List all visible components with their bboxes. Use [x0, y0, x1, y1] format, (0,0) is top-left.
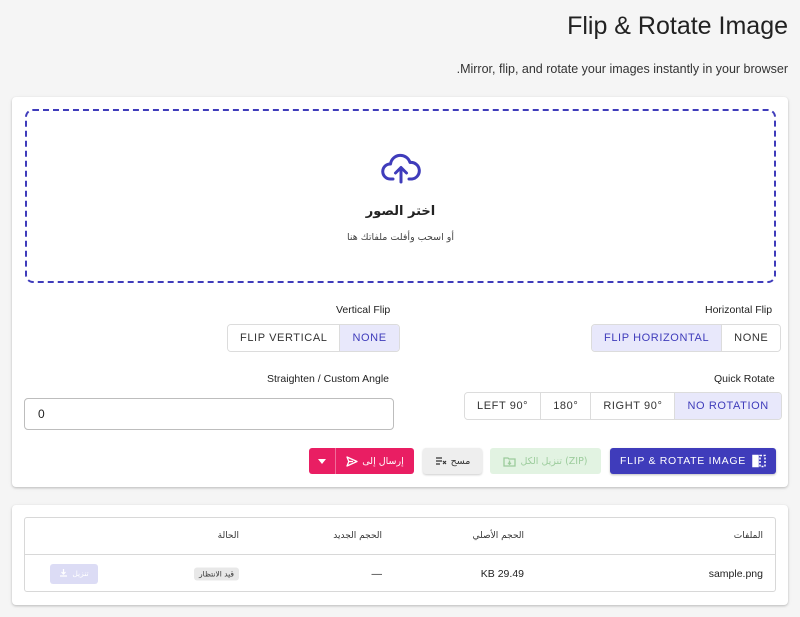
clear-label: مسح [450, 455, 471, 467]
send-icon [346, 455, 358, 467]
flip-rotate-button-label: FLIP & ROTATE IMAGE [620, 455, 746, 467]
horizontal-flip-label: Horizontal Flip [705, 304, 773, 316]
status-badge: قيد الانتظار [194, 567, 239, 580]
rotate-180-option[interactable]: 180° [540, 393, 591, 419]
dropzone-title: اختر الصور [365, 204, 436, 219]
folder-download-icon [503, 456, 517, 467]
vertical-none-option[interactable]: NONE [339, 325, 399, 351]
caret-down-icon [318, 458, 326, 464]
custom-angle-input[interactable] [24, 398, 394, 430]
header-new-size: الحجم الجديد [333, 531, 382, 541]
page-title: Flip & Rotate Image [567, 12, 788, 40]
original-size: KB 29.49 [480, 567, 524, 580]
custom-angle-label: Straighten / Custom Angle [267, 373, 389, 385]
download-zip-label: تنزيل الكل (ZIP) [520, 455, 588, 467]
flip-icon [752, 454, 766, 468]
dropzone-hint: أو اسحب وأفلت ملفاتك هنا [347, 232, 454, 243]
download-zip-button[interactable]: تنزيل الكل (ZIP) [490, 448, 601, 474]
no-rotation-option[interactable]: NO ROTATION [674, 393, 781, 419]
vertical-flip-label: Vertical Flip [336, 304, 391, 316]
send-to-button[interactable]: إرسال إلى [336, 448, 414, 474]
new-size: — [371, 567, 383, 580]
clear-list-icon [435, 456, 447, 467]
vertical-flip-group: FLIP VERTICAL NONE [227, 324, 400, 352]
quick-rotate-group: LEFT 90° 180° RIGHT 90° NO ROTATION [464, 392, 782, 420]
quick-rotate-label: Quick Rotate [714, 373, 775, 385]
header-original-size: الحجم الأصلي [472, 531, 524, 541]
rotate-left-option[interactable]: LEFT 90° [465, 393, 541, 419]
row-download-button[interactable]: تنزيل [50, 563, 98, 584]
row-download-label: تنزيل [72, 569, 89, 578]
files-card: الملفات الحجم الأصلي الحجم الجديد الحالة… [12, 505, 788, 605]
download-icon [59, 568, 68, 579]
horizontal-none-option[interactable]: NONE [721, 325, 781, 351]
rotate-right-option[interactable]: RIGHT 90° [590, 393, 675, 419]
file-name: sample.png [708, 567, 763, 580]
flip-rotate-button[interactable]: FLIP & ROTATE IMAGE [610, 448, 776, 474]
header-files: الملفات [733, 531, 763, 541]
page-subtitle: .Mirror, flip, and rotate your images in… [456, 62, 788, 76]
table-header: الملفات الحجم الأصلي الحجم الجديد الحالة [25, 518, 775, 555]
send-to-label: إرسال إلى [362, 455, 404, 467]
cloud-upload-icon [380, 153, 421, 184]
send-to-dropdown-button[interactable] [309, 448, 336, 474]
horizontal-flip-group: FLIP HORIZONTAL NONE [591, 324, 782, 352]
flip-horizontal-option[interactable]: FLIP HORIZONTAL [592, 325, 722, 351]
files-table: الملفات الحجم الأصلي الحجم الجديد الحالة… [24, 517, 776, 592]
clear-button[interactable]: مسح [423, 448, 482, 474]
table-row: sample.png KB 29.49 — قيد الانتظار تنزيل [25, 555, 775, 592]
header-status: الحالة [217, 531, 239, 541]
tool-card: اختر الصور أو اسحب وأفلت ملفاتك هنا Vert… [12, 97, 788, 487]
file-dropzone[interactable]: اختر الصور أو اسحب وأفلت ملفاتك هنا [25, 109, 776, 283]
flip-vertical-option[interactable]: FLIP VERTICAL [228, 325, 340, 351]
